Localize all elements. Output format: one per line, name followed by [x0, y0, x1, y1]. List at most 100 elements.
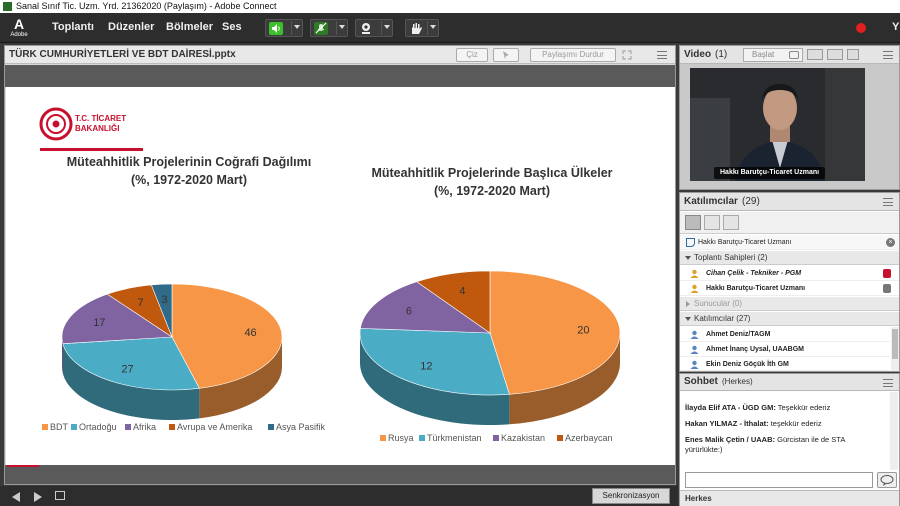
- chat-input[interactable]: [685, 472, 873, 488]
- layout-filmstrip-icon[interactable]: [827, 49, 843, 60]
- chart1-legend-label-1: Ortadoğu: [79, 422, 117, 432]
- layout-single-icon[interactable]: [847, 49, 859, 60]
- list-view-icon[interactable]: [685, 215, 701, 230]
- chevron-down-icon: [430, 25, 436, 29]
- menu-bar: A Adobe Toplantı Düzenler Bölmeler Ses Y: [0, 13, 900, 43]
- chart1-legend-label-4: Asya Pasifik: [276, 422, 326, 432]
- chart2-legend-label-0: Rusya: [388, 433, 414, 443]
- participants-count: (29): [742, 196, 760, 207]
- chart1-pie: 46 27 17 7 3: [61, 283, 283, 420]
- chart1-legend-swatch-3: [169, 424, 175, 430]
- window-title: Sanal Sınıf Tic. Uzm. Yrd. 21362020 (Pay…: [16, 1, 277, 11]
- chart1-value-label-2: 17: [93, 317, 105, 329]
- user-icon: [690, 360, 699, 369]
- pointer-icon: [503, 51, 509, 59]
- share-area-bottom-margin: [5, 465, 675, 484]
- chart2-legend-swatch-2: [493, 435, 499, 441]
- share-area-top-margin: [5, 65, 675, 87]
- send-message-button[interactable]: [877, 472, 897, 488]
- share-pod-header: TÜRK CUMHURİYETLERİ VE BDT DAİRESİ.pptx …: [5, 46, 675, 64]
- menu-ses[interactable]: Ses: [222, 21, 242, 33]
- chart2-legend-label-1: Türkmenistan: [427, 433, 482, 443]
- section-attendees[interactable]: Katılımcılar (27): [680, 312, 899, 326]
- clear-status-icon[interactable]: ×: [886, 238, 895, 247]
- participants-scrollbar[interactable]: [891, 327, 899, 371]
- chart1-legend-label-3: Avrupa ve Amerika: [177, 422, 252, 432]
- webcam-button[interactable]: [355, 19, 393, 37]
- chart1-legend: BDT Ortadoğu Afrika Avrupa ve Amerika Asya P…: [42, 422, 326, 432]
- window-title-bar: Sanal Sınıf Tic. Uzm. Yrd. 21362020 (Pay…: [0, 0, 900, 13]
- user-icon: [690, 330, 699, 339]
- menu-bolmeler[interactable]: Bölmeler: [166, 21, 213, 33]
- thumbnails-icon[interactable]: [55, 491, 65, 500]
- menu-duzenler[interactable]: Düzenler: [108, 21, 154, 33]
- pod-options-icon[interactable]: [883, 51, 893, 59]
- chart2-value-label-3: 4: [459, 285, 465, 297]
- pod-options-icon[interactable]: [883, 198, 893, 206]
- list-item-host[interactable]: Hakkı Barutçu-Ticaret Uzmanı: [680, 281, 899, 296]
- participants-toolbar: [680, 212, 899, 234]
- ministry-logo: [39, 107, 73, 141]
- previous-slide-icon[interactable]: [12, 492, 20, 502]
- list-item-attendee[interactable]: Ahmet İnanç Uysal, UAABGM: [680, 342, 890, 357]
- draw-button[interactable]: Çiz: [456, 48, 488, 62]
- participants-pod: Katılımcılar (29) Hakkı Barutçu-Ticaret …: [679, 192, 900, 372]
- fullscreen-icon[interactable]: [622, 50, 632, 60]
- hand-icon: [412, 23, 422, 34]
- chat-messages: İlayda Elif ATA - ÜGD GM: Teşekkür ederi…: [685, 403, 885, 455]
- chat-recipient-bar[interactable]: Herkes: [680, 490, 899, 506]
- presentation-slide: T.C. TİCARET BAKANLIĞI Müteahhitlik Proj…: [6, 87, 675, 465]
- sync-button[interactable]: Senkronizasyon: [592, 488, 670, 504]
- pod-options-icon[interactable]: [657, 51, 667, 59]
- video-count: (1): [715, 49, 728, 60]
- next-slide-icon[interactable]: [34, 492, 42, 502]
- host-user-icon: [690, 284, 699, 293]
- microphone-button[interactable]: [310, 19, 348, 37]
- chart2-legend-label-2: Kazakistan: [501, 433, 545, 443]
- chat-scrollbar[interactable]: [890, 392, 898, 470]
- pod-options-icon[interactable]: [883, 379, 893, 387]
- list-item-attendee[interactable]: Ahmet Deniz/TAGM: [680, 327, 890, 342]
- participants-pod-title: Katılımcılar: [684, 196, 738, 207]
- phone-icon: [686, 238, 695, 247]
- slide-progress-marker: [7, 465, 39, 467]
- chat-pod-title: Sohbet: [684, 376, 718, 387]
- app-icon: [3, 2, 12, 11]
- layout-grid-icon[interactable]: [807, 49, 823, 60]
- user-icon: [690, 345, 699, 354]
- chat-scope: (Herkes): [722, 377, 753, 386]
- chat-message: İlayda Elif ATA - ÜGD GM: Teşekkür ederi…: [685, 403, 831, 412]
- video-feed: Hakkı Barutçu-Ticaret Uzmanı: [690, 68, 865, 181]
- chat-message: Hakan YILMAZ - İthalat: teşekkür ederiz: [685, 419, 822, 428]
- logo-underline: [40, 148, 143, 151]
- chart2-title-line1: Müteahhitlik Projelerinde Başlıca Ülkele…: [371, 165, 612, 180]
- breakout-icon[interactable]: [704, 215, 720, 230]
- microphone-icon: [883, 269, 891, 278]
- section-hosts[interactable]: Toplantı Sahipleri (2): [680, 251, 899, 265]
- speaking-icon: [883, 284, 891, 293]
- chart1-value-label-0: 46: [244, 327, 256, 339]
- video-pod: Video (1) Başlat Hakkı Barutçu-Ticaret U…: [679, 45, 900, 190]
- chart1-value-label-1: 27: [121, 364, 133, 376]
- chart1-title-line1: Müteahhitlik Projelerinin Coğrafi Dağılı…: [67, 155, 311, 169]
- raise-hand-button[interactable]: [405, 19, 439, 37]
- stop-sharing-button[interactable]: Paylaşımı Durdur: [530, 48, 616, 62]
- chart2-value-label-1: 12: [420, 361, 432, 373]
- my-status-row[interactable]: Hakkı Barutçu-Ticaret Uzmanı ×: [680, 235, 899, 250]
- attendee-status-icon[interactable]: [723, 215, 739, 230]
- list-item-attendee[interactable]: Ekin Deniz Göçük İth GM: [680, 357, 890, 371]
- chat-bubble-icon: [880, 475, 894, 486]
- chart2-legend-swatch-1: [419, 435, 425, 441]
- video-pod-title: Video: [684, 49, 712, 60]
- pointer-button[interactable]: [493, 48, 519, 62]
- chart1-legend-swatch-1: [71, 424, 77, 430]
- chart2-pie: 20 12 6 4: [359, 270, 621, 425]
- section-presenters[interactable]: Sunucular (0): [680, 297, 899, 311]
- user-initial: Y: [892, 21, 900, 33]
- chat-pod-header: Sohbet (Herkes): [680, 374, 899, 391]
- speaker-button[interactable]: [265, 19, 303, 37]
- start-video-button[interactable]: Başlat: [743, 48, 803, 62]
- list-item-host[interactable]: Cihan Çelik - Tekniker - PGM: [680, 266, 899, 281]
- menu-toplanti[interactable]: Toplantı: [52, 21, 94, 33]
- recording-indicator-icon[interactable]: [856, 23, 866, 33]
